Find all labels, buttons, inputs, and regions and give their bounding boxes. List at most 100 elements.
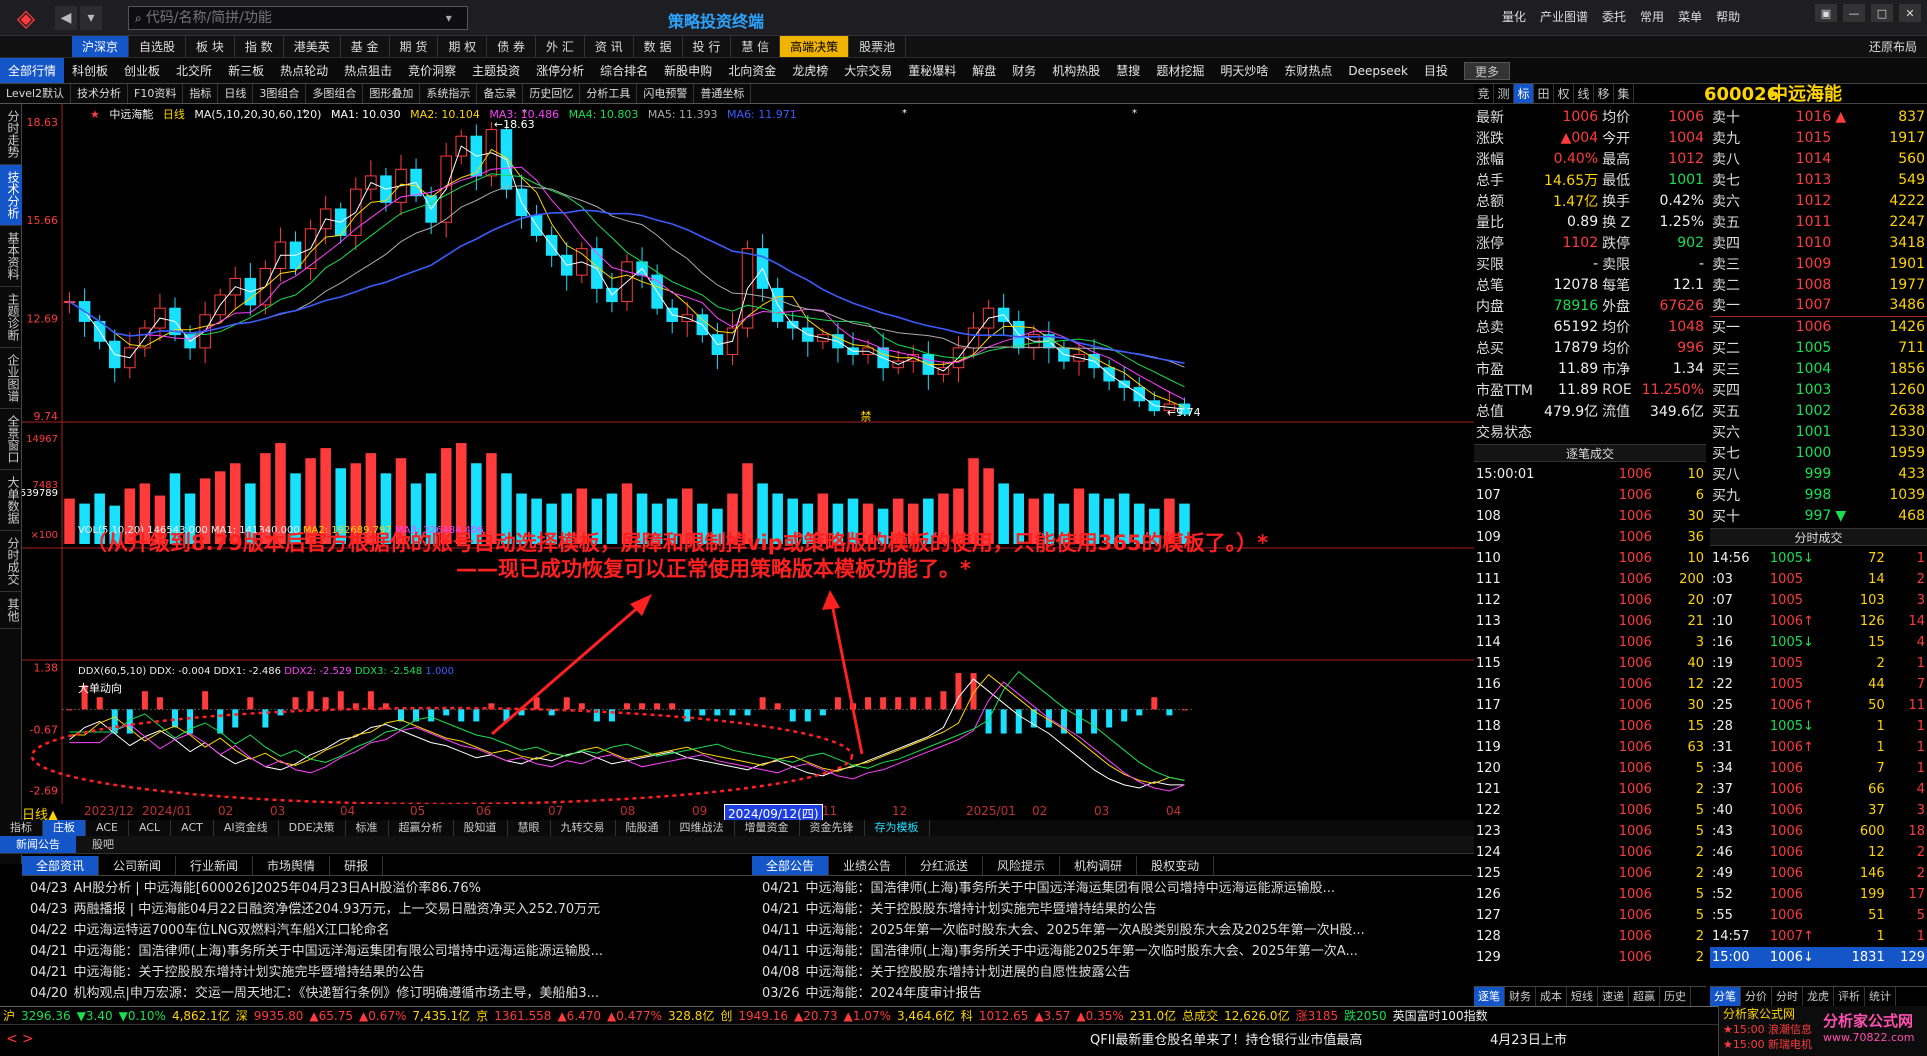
indicator-tab[interactable]: ACT xyxy=(171,820,214,836)
announcement-tab[interactable]: 股权变动 xyxy=(1137,856,1215,875)
market-tab[interactable]: 沪深京 xyxy=(72,36,130,57)
time-trade-row[interactable]: :10 1006↑ 126 14 xyxy=(1710,611,1927,632)
section-tab[interactable]: 创业板 xyxy=(116,58,168,83)
indicator-tab[interactable]: 陆股通 xyxy=(616,820,670,836)
section-tab[interactable]: 北交所 xyxy=(168,58,220,83)
news-item[interactable]: 04/21 中远海能：关于控股股东增持计划实施完毕暨增持结果的公告 xyxy=(762,899,1462,920)
bottom-tab[interactable]: 分笔 xyxy=(1710,987,1741,1006)
market-tab[interactable]: 基 金 xyxy=(341,36,390,57)
market-tab[interactable]: 期 权 xyxy=(438,36,488,57)
news-section-tab[interactable]: 股吧 xyxy=(76,836,130,853)
toolbar-item[interactable]: 多图组合 xyxy=(306,84,364,103)
news-tab[interactable]: 公司新闻 xyxy=(99,856,177,875)
order-book-row[interactable]: 卖八 1014 560 xyxy=(1710,148,1927,169)
announcement-tab[interactable]: 机构调研 xyxy=(1060,856,1138,875)
order-book-row[interactable]: 卖十 1016 ▲ 837 xyxy=(1710,106,1927,127)
time-trade-row[interactable]: :19 1005 2 1 xyxy=(1710,653,1927,674)
announcement-tab[interactable]: 风险提示 xyxy=(983,856,1061,875)
order-book-row[interactable]: 卖二 1008 1977 xyxy=(1710,274,1927,295)
scroll-right-icon[interactable]: > xyxy=(22,1031,34,1047)
news-title[interactable]: 中远海能：国浩律师(上海)事务所关于中国远洋海运集团有限公司增持中远海运能源运输… xyxy=(805,881,1335,896)
indicator-tab[interactable]: 存为模板 xyxy=(865,820,930,836)
tick-trades-header[interactable]: 逐笔成交 xyxy=(1474,444,1706,462)
time-trades-header[interactable]: 分时成交 xyxy=(1710,528,1927,546)
order-book-row[interactable]: 买五 1002 2638 xyxy=(1710,400,1927,421)
time-trade-row[interactable]: :31 1006↑ 1 1 xyxy=(1710,737,1927,758)
indicator-tab[interactable]: 标准 xyxy=(346,820,389,836)
order-book-row[interactable]: 卖六 1012 4222 xyxy=(1710,190,1927,211)
indicator-tab[interactable]: 庄板 xyxy=(43,820,86,836)
kline-chart-area[interactable]: 18.63 15.66 12.69 9.74 ←18.63 ←9.74 * * * * * 禁 1496… xyxy=(22,104,1474,804)
news-item[interactable]: 04/23 两融播报 | 中远海能04月22日融资净偿还204.93万元，上一交易… xyxy=(30,899,742,920)
toolbar-item[interactable]: 技术分析 xyxy=(71,84,129,103)
quote-panel-tab[interactable]: 田 xyxy=(1534,84,1554,103)
market-tab[interactable]: 自选股 xyxy=(129,36,187,57)
section-tab[interactable]: 主题投资 xyxy=(464,58,528,83)
section-tab[interactable]: 目投 xyxy=(1416,58,1456,83)
news-title[interactable]: 中远海能：2024年度审计报告 xyxy=(805,986,981,1001)
left-vertical-tab[interactable]: 大单数据 xyxy=(0,470,22,531)
news-title[interactable]: 中远海能：2025年第一次临时股东大会、2025年第一次A股类别股东大会及202… xyxy=(805,923,1364,938)
news-item[interactable]: 04/21 中远海能：国浩律师(上海)事务所关于中国远洋海运集团有限公司增持中远海… xyxy=(762,878,1462,899)
news-item[interactable]: 04/20 机构观点|申万宏源：交运一周天地汇：《快递暂行条例》修订明确遵循市场主… xyxy=(30,983,742,1004)
quote-panel-tab[interactable]: 权 xyxy=(1554,84,1574,103)
section-tab[interactable]: 综合排名 xyxy=(592,58,656,83)
section-tab[interactable]: 竞价洞察 xyxy=(400,58,464,83)
section-tab[interactable]: 慧搜 xyxy=(1108,58,1148,83)
maximize-icon[interactable]: □ xyxy=(1871,4,1893,22)
time-trade-row[interactable]: :37 1006 66 4 xyxy=(1710,779,1927,800)
news-title[interactable]: 两融播报 | 中远海能04月22日融资净偿还204.93万元，上一交易日融资净买… xyxy=(73,902,600,917)
quote-panel-tab[interactable]: 线 xyxy=(1574,84,1594,103)
toolbar-item[interactable]: 闪电预警 xyxy=(637,84,695,103)
bottom-tab[interactable]: 成本 xyxy=(1536,987,1567,1006)
quote-panel-tab[interactable]: 竞 xyxy=(1474,84,1494,103)
news-title[interactable]: 机构观点|申万宏源：交运一周天地汇：《快递暂行条例》修订明确遵循市场主导，美船舶… xyxy=(73,986,599,1001)
news-title[interactable]: 中远海能：关于控股股东增持计划进展的自愿性披露公告 xyxy=(805,965,1130,980)
bottom-tab[interactable]: 分价 xyxy=(1741,987,1772,1006)
section-tab[interactable]: 解盘 xyxy=(964,58,1004,83)
order-book-row[interactable]: 买二 1005 711 xyxy=(1710,337,1927,358)
top-menu-item[interactable]: 量化 xyxy=(1502,8,1526,25)
time-trade-row[interactable]: 15:00 1006↓ 1831 129 xyxy=(1710,947,1927,968)
top-menu-item[interactable]: 产业图谱 xyxy=(1540,8,1588,25)
order-book-row[interactable]: 卖七 1013 549 xyxy=(1710,169,1927,190)
bottom-tab[interactable]: 分时 xyxy=(1772,987,1803,1006)
quote-panel-tab[interactable]: 标 xyxy=(1514,84,1534,103)
indicator-tab[interactable]: 股知道 xyxy=(454,820,508,836)
time-trade-row[interactable]: :43 1006 600 18 xyxy=(1710,821,1927,842)
left-vertical-tab[interactable]: 其他 xyxy=(0,592,22,629)
time-trade-row[interactable]: :46 1006 12 2 xyxy=(1710,842,1927,863)
news-item[interactable]: 03/26 中远海能：2024年度审计报告 xyxy=(762,983,1462,1004)
order-book-row[interactable]: 卖九 1015 1917 xyxy=(1710,127,1927,148)
section-tab[interactable]: 东财热点 xyxy=(1276,58,1340,83)
time-trade-row[interactable]: :03 1005 14 2 xyxy=(1710,569,1927,590)
left-vertical-tab[interactable]: 主题诊断 xyxy=(0,287,22,348)
toolbar-item[interactable]: 指标 xyxy=(183,84,219,103)
toolbar-item[interactable]: 图形叠加 xyxy=(363,84,421,103)
toolbar-item[interactable]: 历史回忆 xyxy=(523,84,581,103)
market-tab[interactable]: 港美英 xyxy=(284,36,341,57)
toolbar-item[interactable]: 3图组合 xyxy=(253,84,307,103)
section-tab[interactable]: 大宗交易 xyxy=(836,58,900,83)
search-input[interactable] xyxy=(145,10,446,26)
order-book-row[interactable]: 买八 999 433 xyxy=(1710,463,1927,484)
top-menu-item[interactable]: 委托 xyxy=(1602,8,1626,25)
news-item[interactable]: 04/11 中远海能：国浩律师(上海)事务所关于中远海能2025年第一次临时股东大… xyxy=(762,941,1462,962)
news-item[interactable]: 04/11 中远海能：2025年第一次临时股东大会、2025年第一次A股类别股东大… xyxy=(762,920,1462,941)
news-title[interactable]: 中远海能：国浩律师(上海)事务所关于中远海能2025年第一次临时股东大会、202… xyxy=(805,944,1357,959)
time-trade-row[interactable]: :28 1005↓ 1 1 xyxy=(1710,716,1927,737)
scroll-left-icon[interactable]: < xyxy=(6,1031,18,1047)
section-tab[interactable]: 科创板 xyxy=(64,58,116,83)
chevron-down-icon[interactable]: ▾ xyxy=(446,11,452,25)
restore-layout-link[interactable]: 还原布局 xyxy=(1869,38,1917,55)
order-book-row[interactable]: 卖五 1011 2247 xyxy=(1710,211,1927,232)
section-tab[interactable]: 热点狙击 xyxy=(336,58,400,83)
time-trade-row[interactable]: :49 1006 146 2 xyxy=(1710,863,1927,884)
back-arrow-icon[interactable]: ◀ xyxy=(55,5,77,30)
section-tab[interactable]: 机构热股 xyxy=(1044,58,1108,83)
bottom-tab[interactable]: 统计 xyxy=(1865,987,1896,1006)
order-book-row[interactable]: 买十 997 ▼ 468 xyxy=(1710,505,1927,526)
market-tab[interactable]: 债 券 xyxy=(487,36,537,57)
news-title[interactable]: 中远海能：关于控股股东增持计划实施完毕暨增持结果的公告 xyxy=(73,965,424,980)
order-book-row[interactable]: 买三 1004 1856 xyxy=(1710,358,1927,379)
